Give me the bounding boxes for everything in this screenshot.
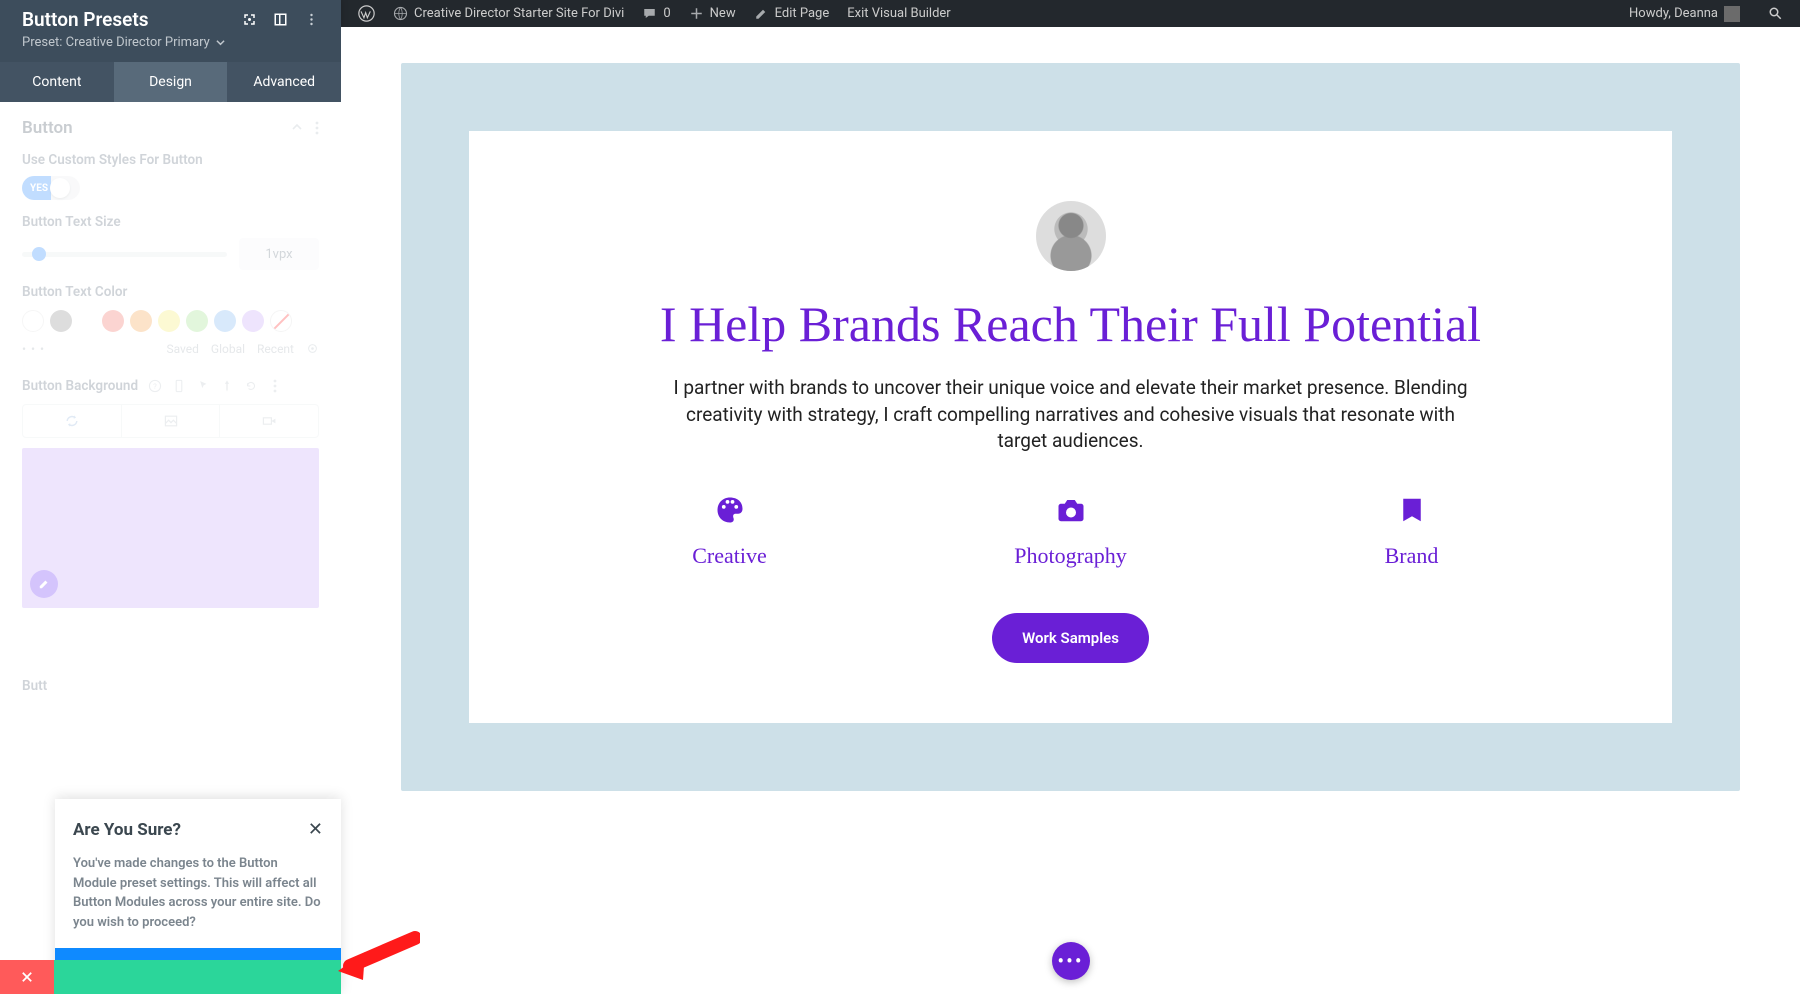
bookmark-icon [1397, 495, 1427, 525]
panel-title: Button Presets [22, 8, 149, 31]
adminbar-search[interactable] [1759, 0, 1792, 27]
avatar-image [1036, 201, 1106, 271]
wordpress-icon [358, 5, 375, 22]
section-container[interactable]: I Help Brands Reach Their Full Potential… [401, 63, 1740, 791]
focus-icon[interactable] [242, 12, 257, 27]
camera-icon [1056, 495, 1086, 525]
exit-vb-label: Exit Visual Builder [847, 6, 950, 21]
adminbar-exit-vb[interactable]: Exit Visual Builder [838, 0, 959, 27]
site-title: Creative Director Starter Site For Divi [414, 6, 624, 21]
feature-creative: Creative [559, 495, 900, 569]
wp-logo-menu[interactable] [349, 0, 384, 27]
adminbar-site-link[interactable]: Creative Director Starter Site For Divi [384, 0, 633, 27]
new-label: New [710, 6, 736, 21]
tab-content[interactable]: Content [0, 62, 114, 102]
adminbar-comments[interactable]: 0 [633, 0, 679, 27]
adminbar-edit-page[interactable]: Edit Page [745, 0, 839, 27]
builder-fab-button[interactable]: ••• [1052, 942, 1090, 980]
features-row: Creative Photography Brand [559, 495, 1582, 569]
hero-card: I Help Brands Reach Their Full Potential… [469, 131, 1672, 723]
feature-brand: Brand [1241, 495, 1582, 569]
save-button[interactable] [54, 960, 341, 994]
sidebar-tabs: Content Design Advanced [0, 62, 341, 102]
cancel-button[interactable] [0, 960, 54, 994]
page-body-copy: I partner with brands to uncover their u… [661, 375, 1481, 455]
wp-admin-bar: Creative Director Starter Site For Divi … [341, 0, 1800, 27]
comment-icon [642, 6, 657, 21]
palette-icon [715, 495, 745, 525]
user-avatar-icon [1724, 6, 1740, 22]
preset-label: Preset: Creative Director Primary [22, 35, 210, 50]
panel-layout-icon[interactable] [273, 12, 288, 27]
page-canvas: I Help Brands Reach Their Full Potential… [341, 27, 1800, 994]
modal-close-button[interactable]: ✕ [308, 819, 323, 840]
edit-page-label: Edit Page [775, 6, 830, 21]
feature-photography: Photography [900, 495, 1241, 569]
page-headline: I Help Brands Reach Their Full Potential [559, 295, 1582, 353]
tab-design[interactable]: Design [114, 62, 228, 102]
close-icon [20, 970, 34, 984]
pencil-icon [754, 6, 769, 21]
site-icon [393, 6, 408, 21]
howdy-label: Howdy, Deanna [1629, 6, 1718, 21]
adminbar-user[interactable]: Howdy, Deanna [1620, 0, 1749, 27]
feature-label: Photography [900, 543, 1241, 569]
more-vertical-icon[interactable] [304, 12, 319, 27]
work-samples-button[interactable]: Work Samples [992, 613, 1149, 663]
adminbar-new[interactable]: New [680, 0, 745, 27]
modal-title: Are You Sure? [73, 820, 181, 840]
search-icon [1768, 6, 1783, 21]
feature-label: Brand [1241, 543, 1582, 569]
preset-dropdown[interactable]: Preset: Creative Director Primary [22, 31, 319, 58]
tab-advanced[interactable]: Advanced [227, 62, 341, 102]
chevron-down-icon [216, 38, 225, 47]
feature-label: Creative [559, 543, 900, 569]
plus-icon [689, 6, 704, 21]
comment-count: 0 [663, 6, 670, 21]
sidebar-footer-actions [0, 960, 341, 994]
sidebar-header: Button Presets Preset: Creative Director… [0, 0, 341, 62]
modal-text: You've made changes to the Button Module… [73, 854, 323, 932]
